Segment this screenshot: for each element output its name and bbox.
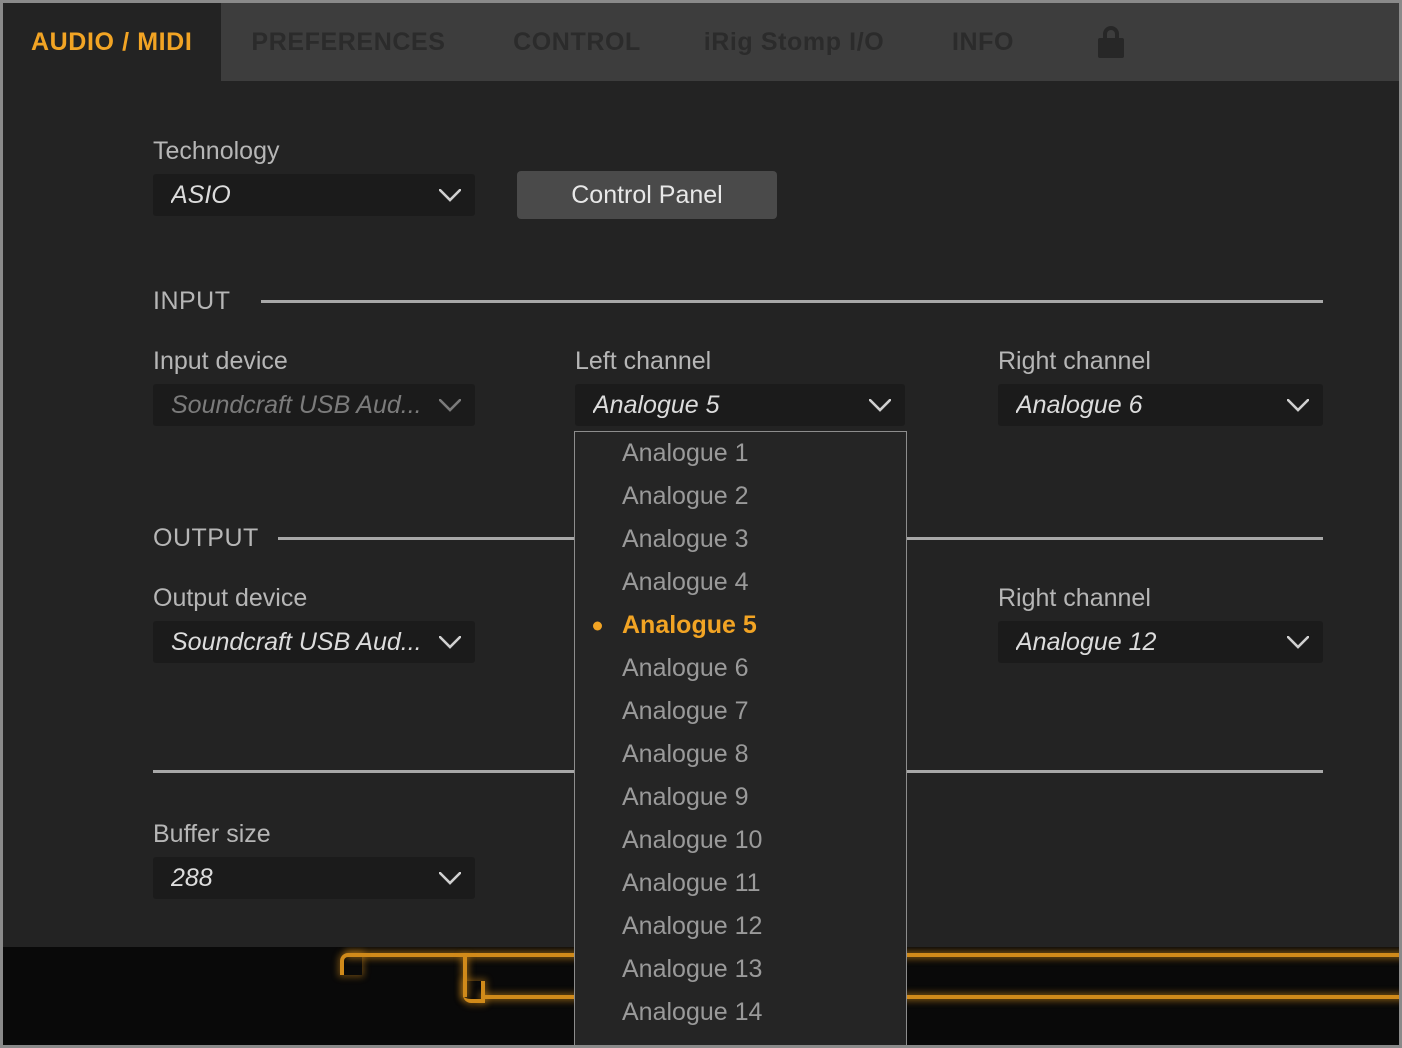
output-section-title: OUTPUT (153, 524, 259, 553)
tab-irig-stomp-io-label: iRig Stomp I/O (704, 28, 885, 57)
dropdown-option[interactable]: Analogue 8 (575, 733, 906, 776)
tab-preferences[interactable]: PREFERENCES (221, 3, 476, 81)
tab-control-label: CONTROL (513, 28, 641, 57)
dropdown-option-label: Analogue 11 (622, 869, 761, 898)
dropdown-option-label: Analogue 7 (622, 697, 749, 726)
dropdown-option-label: Analogue 12 (622, 912, 762, 941)
input-device-select[interactable]: Soundcraft USB Aud... (153, 384, 475, 426)
chevron-down-icon (439, 636, 461, 649)
dropdown-option[interactable]: Analogue 13 (575, 948, 906, 991)
output-device-value: Soundcraft USB Aud... (171, 628, 422, 657)
tab-info[interactable]: INFO (910, 3, 1056, 81)
input-device-label: Input device (153, 347, 288, 376)
dropdown-option-label: Analogue 3 (622, 525, 749, 554)
buffer-size-select[interactable]: 288 (153, 857, 475, 899)
dropdown-option[interactable]: Analogue 5 (575, 604, 906, 647)
technology-select[interactable]: ASIO (153, 174, 475, 216)
technology-label: Technology (153, 137, 279, 166)
dropdown-option[interactable]: Analogue 11 (575, 862, 906, 905)
chevron-down-icon (439, 189, 461, 202)
tab-info-label: INFO (952, 28, 1014, 57)
dropdown-option-label: Analogue 8 (622, 740, 749, 769)
dropdown-option-label: Analogue 13 (622, 955, 762, 984)
input-left-channel-select[interactable]: Analogue 5 (575, 384, 905, 426)
buffer-size-label: Buffer size (153, 820, 271, 849)
buffer-size-value: 288 (171, 864, 213, 893)
tab-audio-midi-label: AUDIO / MIDI (31, 28, 192, 57)
lock-button[interactable] (1056, 3, 1166, 81)
circuit-trace-corner-bottom (463, 981, 485, 1003)
dropdown-option[interactable]: Analogue 14 (575, 991, 906, 1034)
tab-control[interactable]: CONTROL (476, 3, 678, 81)
dropdown-option[interactable]: Analogue 12 (575, 905, 906, 948)
input-left-channel-value: Analogue 5 (593, 391, 720, 420)
tab-irig-stomp-io[interactable]: iRig Stomp I/O (678, 3, 910, 81)
output-right-channel-select[interactable]: Analogue 12 (998, 621, 1323, 663)
dropdown-option[interactable]: Analogue 2 (575, 475, 906, 518)
chevron-down-icon (1287, 636, 1309, 649)
output-right-channel-label: Right channel (998, 584, 1151, 613)
lock-icon (1097, 26, 1125, 58)
input-left-channel-label: Left channel (575, 347, 711, 376)
input-device-value: Soundcraft USB Aud... (171, 391, 422, 420)
dropdown-option[interactable]: Analogue 10 (575, 819, 906, 862)
technology-value: ASIO (171, 181, 231, 210)
input-right-channel-select[interactable]: Analogue 6 (998, 384, 1323, 426)
dropdown-option-label: Analogue 6 (622, 654, 749, 683)
chevron-down-icon (1287, 399, 1309, 412)
dropdown-option-label: Analogue 2 (622, 482, 749, 511)
chevron-down-icon (439, 399, 461, 412)
dropdown-option-label: Analogue 4 (622, 568, 749, 597)
dropdown-option-label: Analogue 14 (622, 998, 762, 1027)
dropdown-option-label: Analogue 1 (622, 439, 749, 468)
left-channel-dropdown-menu[interactable]: Analogue 1 Analogue 2 Analogue 3 Analogue 4… (574, 431, 907, 1048)
dropdown-option-label: Analogue 9 (622, 783, 749, 812)
input-right-channel-value: Analogue 6 (1016, 391, 1143, 420)
input-right-channel-label: Right channel (998, 347, 1151, 376)
output-right-channel-value: Analogue 12 (1016, 628, 1156, 657)
tab-audio-midi[interactable]: AUDIO / MIDI (3, 3, 221, 81)
tab-preferences-label: PREFERENCES (251, 28, 445, 57)
dropdown-option[interactable]: Analogue 4 (575, 561, 906, 604)
dropdown-option-label: Analogue 10 (622, 826, 762, 855)
input-section-title: INPUT (153, 287, 231, 316)
dropdown-option[interactable]: Analogue 6 (575, 647, 906, 690)
dropdown-option[interactable]: Analogue 3 (575, 518, 906, 561)
chevron-down-icon (869, 399, 891, 412)
chevron-down-icon (439, 872, 461, 885)
output-device-label: Output device (153, 584, 307, 613)
dropdown-option[interactable]: Analogue 7 (575, 690, 906, 733)
audio-midi-settings-window: AUDIO / MIDI PREFERENCES CONTROL iRig St… (0, 0, 1402, 1048)
circuit-trace-corner-left (340, 953, 362, 975)
dropdown-option-label: Analogue 5 (622, 611, 757, 640)
control-panel-button[interactable]: Control Panel (517, 171, 777, 219)
input-section-divider (261, 300, 1323, 303)
output-device-select[interactable]: Soundcraft USB Aud... (153, 621, 475, 663)
dropdown-option[interactable]: Analogue 9 (575, 776, 906, 819)
dropdown-option[interactable]: Analogue 1 (575, 432, 906, 475)
tab-bar: AUDIO / MIDI PREFERENCES CONTROL iRig St… (3, 3, 1399, 81)
